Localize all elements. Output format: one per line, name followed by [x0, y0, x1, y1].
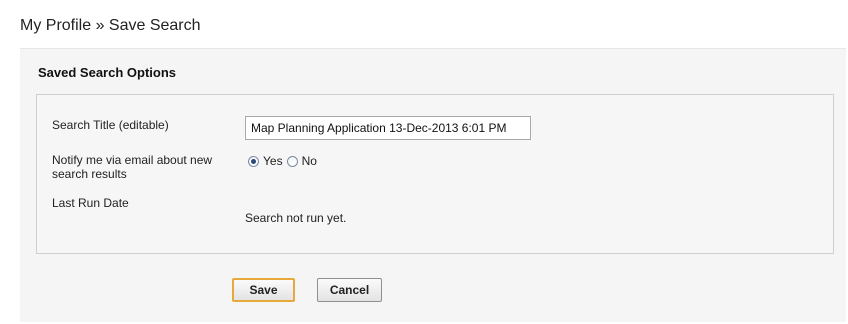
- search-title-input[interactable]: [245, 116, 531, 140]
- notify-yes-label[interactable]: Yes: [263, 154, 283, 168]
- notify-label-line1: Notify me via email about new: [52, 153, 213, 167]
- last-run-value: Search not run yet.: [245, 211, 347, 225]
- notify-radio-group: Yes No: [248, 154, 321, 168]
- notify-yes-radio[interactable]: [248, 155, 259, 167]
- search-title-label: Search Title (editable): [52, 118, 169, 132]
- notify-label-line2: search results: [52, 167, 127, 181]
- save-button[interactable]: Save: [232, 278, 295, 302]
- last-run-label: Last Run Date: [52, 196, 129, 210]
- notify-no-radio[interactable]: [286, 155, 298, 167]
- cancel-button[interactable]: Cancel: [317, 278, 382, 302]
- page-title: My Profile » Save Search: [20, 17, 201, 34]
- notify-no-label[interactable]: No: [302, 154, 317, 168]
- section-title: Saved Search Options: [38, 65, 176, 80]
